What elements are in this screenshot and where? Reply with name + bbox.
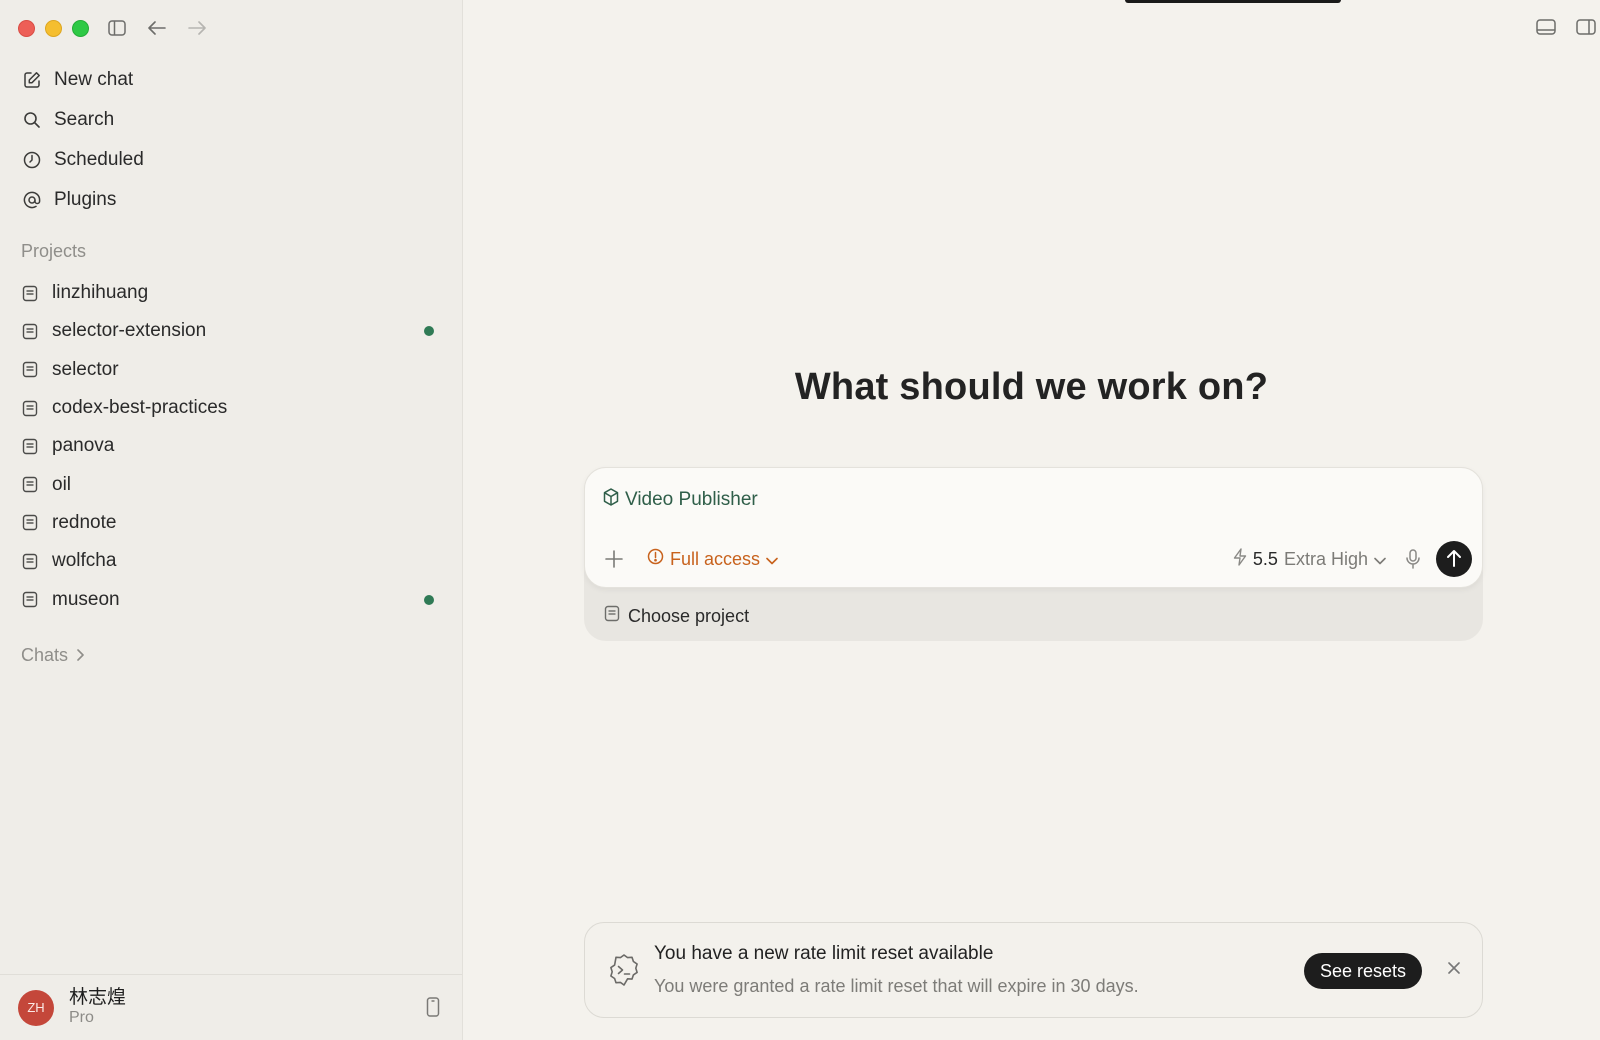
project-label: selector <box>52 358 119 380</box>
sidebar: New chat Search Scheduled Plugins Projec… <box>0 0 463 1040</box>
project-icon <box>20 398 40 418</box>
project-item[interactable]: selector-extension <box>12 312 450 350</box>
notice-title: You have a new rate limit reset availabl… <box>654 943 994 964</box>
skill-label: Video Publisher <box>625 489 758 510</box>
app-window: New chat Search Scheduled Plugins Projec… <box>0 0 1600 1040</box>
forward-arrow-icon[interactable] <box>186 17 208 39</box>
notice-body: You were granted a rate limit reset that… <box>654 976 1139 996</box>
chevron-right-icon <box>76 645 84 666</box>
avatar[interactable]: ZH <box>18 989 54 1026</box>
back-arrow-icon[interactable] <box>146 17 168 39</box>
project-label: wolfcha <box>52 550 117 572</box>
user-bar[interactable]: ZH 林志煌 Pro <box>0 974 462 1040</box>
terminal-badge-icon <box>607 953 641 992</box>
access-label: Full access <box>670 548 761 569</box>
arrow-up-icon <box>1446 549 1462 570</box>
choose-project-label: Choose project <box>628 605 750 626</box>
project-label: oil <box>52 473 72 495</box>
project-label: codex-best-practices <box>52 397 228 419</box>
close-icon[interactable] <box>1448 961 1460 979</box>
projects-label: Projects <box>21 241 87 261</box>
choose-project-button[interactable]: Choose project <box>604 605 749 627</box>
project-item[interactable]: codex-best-practices <box>12 389 450 427</box>
send-button[interactable] <box>1436 541 1472 577</box>
project-item[interactable]: linzhihuang <box>12 274 450 312</box>
project-label: selector-extension <box>52 320 207 342</box>
user-info: 林志煌 Pro <box>69 987 126 1027</box>
microphone-icon[interactable] <box>1406 549 1420 569</box>
project-icon <box>20 551 40 571</box>
rate-limit-notice: You have a new rate limit reset availabl… <box>584 922 1483 1018</box>
project-icon <box>20 475 40 495</box>
camera-notch <box>1125 0 1341 3</box>
user-plan: Pro <box>69 1009 94 1027</box>
project-label: panova <box>52 435 115 457</box>
composer[interactable]: Video Publisher Full access 5.5 Extra Hi… <box>584 467 1483 588</box>
lightning-icon <box>1233 547 1247 571</box>
minimize-window-button[interactable] <box>45 20 62 37</box>
clock-icon <box>22 150 42 170</box>
model-selector[interactable]: 5.5 Extra High <box>1233 547 1386 571</box>
project-item[interactable]: oil <box>12 465 450 503</box>
nav-search[interactable]: Search <box>12 100 450 140</box>
project-label: museon <box>52 588 120 610</box>
phone-icon[interactable] <box>426 997 440 1022</box>
nav-new-chat[interactable]: New chat <box>12 60 450 100</box>
project-item[interactable]: rednote <box>12 504 450 542</box>
close-window-button[interactable] <box>18 20 35 37</box>
project-icon <box>20 436 40 456</box>
project-item[interactable]: panova <box>12 427 450 465</box>
composer-toolbar: Full access 5.5 Extra High <box>601 541 1472 577</box>
nav-scheduled[interactable]: Scheduled <box>12 140 450 180</box>
nav-label: Search <box>54 109 115 130</box>
see-resets-button[interactable]: See resets <box>1303 953 1422 989</box>
chevron-down-icon <box>1374 549 1386 570</box>
warning-icon <box>647 548 664 570</box>
maximize-window-button[interactable] <box>72 20 89 37</box>
project-label: linzhihuang <box>52 282 149 304</box>
user-name: 林志煌 <box>69 986 127 1009</box>
title-toolbar <box>106 17 208 39</box>
window-controls <box>18 20 89 37</box>
projects-section-label[interactable]: Projects <box>21 241 86 262</box>
nav-label: Scheduled <box>54 149 144 170</box>
project-item[interactable]: selector <box>12 351 450 389</box>
skill-chip[interactable]: Video Publisher <box>603 488 758 512</box>
model-version: 5.5 <box>1252 548 1278 569</box>
project-label: rednote <box>52 511 117 533</box>
nav-label: Plugins <box>54 189 117 210</box>
page-title: What should we work on? <box>794 366 1269 408</box>
sidebar-nav: New chat Search Scheduled Plugins <box>12 60 450 220</box>
chats-label: Chats <box>21 645 69 665</box>
chevron-down-icon <box>766 549 778 570</box>
project-icon <box>20 360 40 380</box>
activity-dot <box>424 326 434 337</box>
project-list: linzhihuang selector-extension selector cod… <box>12 274 450 619</box>
terminal-panel-icon[interactable] <box>1536 18 1556 41</box>
right-panel-icon[interactable] <box>1576 18 1596 41</box>
nav-plugins[interactable]: Plugins <box>12 180 450 220</box>
new-chat-icon <box>22 70 42 90</box>
project-icon <box>604 605 620 627</box>
main-area: What should we work on? Video Publisher <box>463 0 1600 1040</box>
project-icon <box>20 513 40 533</box>
project-icon <box>20 283 40 303</box>
composer-container: Video Publisher Full access 5.5 Extra Hi… <box>584 467 1483 641</box>
access-dropdown[interactable]: Full access <box>647 548 778 570</box>
search-icon <box>22 110 42 130</box>
project-item[interactable]: museon <box>12 580 450 618</box>
cube-icon <box>603 488 619 512</box>
activity-dot <box>424 594 434 605</box>
plus-icon[interactable] <box>601 546 627 572</box>
sidebar-toggle-icon[interactable] <box>106 17 128 39</box>
top-right-toolbar <box>1536 18 1596 41</box>
chats-section-label[interactable]: Chats <box>21 645 84 666</box>
project-item[interactable]: wolfcha <box>12 542 450 580</box>
project-icon <box>20 590 40 610</box>
at-icon <box>22 190 42 210</box>
nav-label: New chat <box>54 69 134 90</box>
project-icon <box>20 321 40 341</box>
model-effort: Extra High <box>1283 548 1368 569</box>
